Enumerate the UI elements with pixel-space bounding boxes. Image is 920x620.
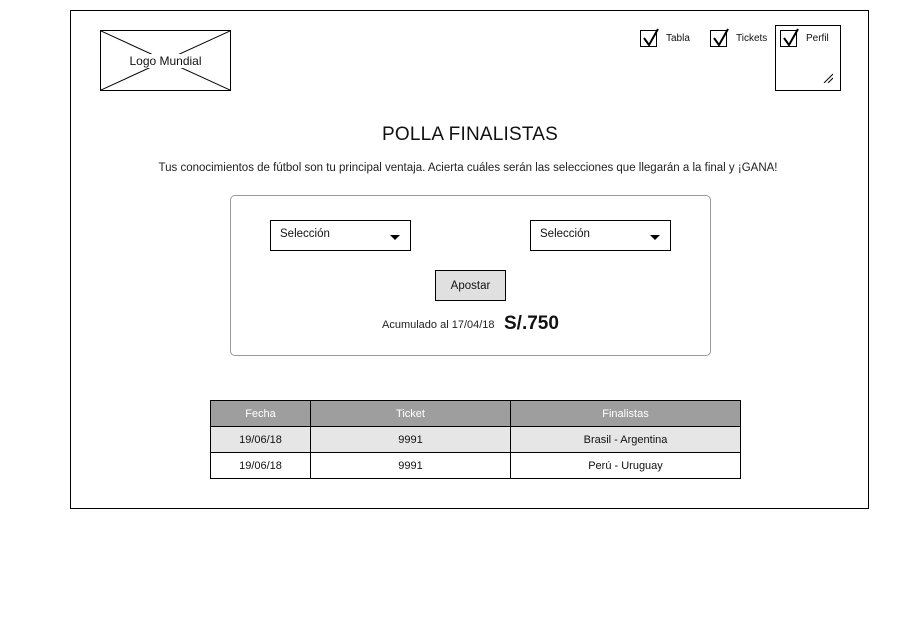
nav-tickets[interactable]: Tickets — [710, 28, 768, 50]
page-title: POLLA FINALISTAS — [381, 124, 559, 145]
perfil-checkbox[interactable] — [780, 28, 799, 47]
apostar-button[interactable]: Apostar — [435, 270, 506, 301]
tabla-checkbox[interactable] — [640, 28, 659, 47]
cell-fecha: 19/06/18 — [210, 426, 311, 453]
cell-ticket: 9991 — [310, 426, 511, 453]
accumulated-amount: S/.750 — [504, 313, 559, 334]
team-select-2-value: Selección — [540, 228, 590, 240]
tickets-table: Fecha Ticket Finalistas 19/06/18 9991 Br… — [210, 400, 741, 479]
page-subtitle: Tus conocimientos de fútbol son tu princ… — [158, 162, 778, 174]
checkmark-icon — [713, 28, 729, 47]
table-header-row: Fecha Ticket Finalistas — [210, 400, 741, 427]
checkmark-icon — [783, 28, 799, 47]
cell-finalistas: Brasil - Argentina — [510, 426, 741, 453]
table-row[interactable]: 19/06/18 9991 Perú - Uruguay — [210, 452, 741, 479]
resize-handle-icon[interactable] — [823, 73, 833, 83]
nav-tabla-label: Tabla — [666, 33, 690, 44]
nav-perfil-label: Perfil — [806, 33, 829, 44]
cell-fecha: 19/06/18 — [210, 452, 311, 479]
team-select-2[interactable]: Selección — [530, 220, 671, 251]
cell-finalistas: Perú - Uruguay — [510, 452, 741, 479]
nav-perfil[interactable]: Perfil — [780, 28, 829, 50]
column-header-ticket: Ticket — [310, 400, 511, 427]
cell-ticket: 9991 — [310, 452, 511, 479]
table-row[interactable]: 19/06/18 9991 Brasil - Argentina — [210, 426, 741, 453]
logo-label: Logo Mundial — [128, 53, 203, 68]
logo-placeholder: Logo Mundial — [100, 30, 231, 91]
accumulated-label: Acumulado al 17/04/18 — [382, 319, 495, 331]
nav-tabla[interactable]: Tabla — [640, 28, 690, 50]
team-select-1[interactable]: Selección — [270, 220, 411, 251]
chevron-down-icon — [650, 235, 660, 240]
column-header-finalistas: Finalistas — [510, 400, 741, 427]
tickets-checkbox[interactable] — [710, 28, 729, 47]
nav-tickets-label: Tickets — [736, 33, 768, 44]
column-header-fecha: Fecha — [210, 400, 311, 427]
checkmark-icon — [643, 28, 659, 47]
team-select-1-value: Selección — [280, 228, 330, 240]
chevron-down-icon — [390, 235, 400, 240]
